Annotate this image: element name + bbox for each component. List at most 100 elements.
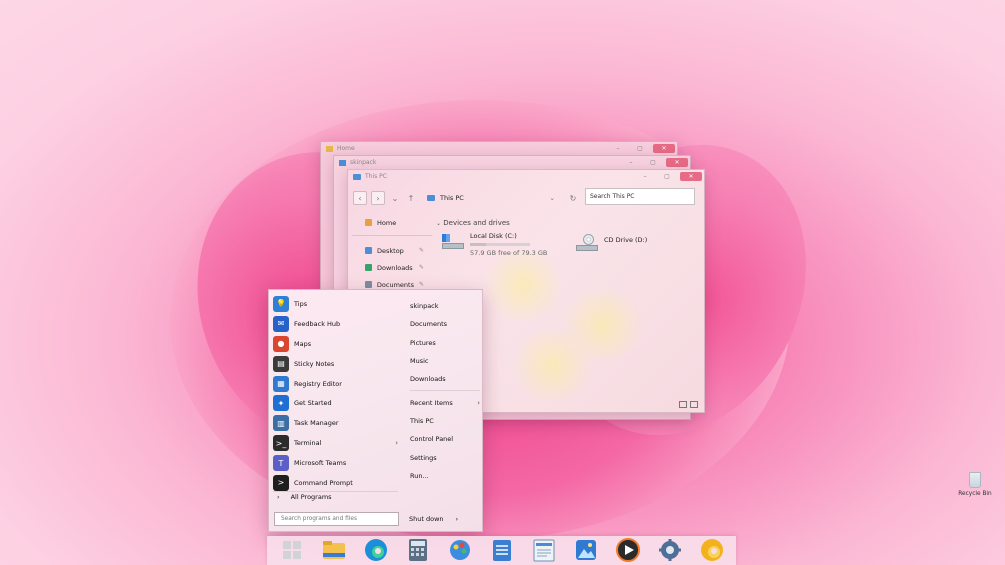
title-bar[interactable]: This PC – ▢ ✕ — [348, 170, 704, 183]
section-header[interactable]: ⌄ Devices and drives — [436, 219, 510, 227]
edge-icon — [364, 538, 388, 564]
taskbar-photos-button[interactable] — [573, 538, 599, 564]
up-arrow-icon[interactable]: ↑ — [405, 191, 417, 205]
place-label: Settings — [410, 453, 437, 462]
app-item[interactable]: ● Maps — [273, 334, 398, 354]
place-item[interactable]: Run... — [410, 467, 480, 485]
app-item[interactable]: >_ Terminal › — [273, 433, 398, 453]
place-item[interactable]: Settings — [410, 448, 480, 466]
this-pc-icon — [427, 195, 435, 201]
recycle-bin[interactable]: Recycle Bin — [957, 472, 993, 497]
downloads-icon — [365, 264, 372, 271]
all-programs-button[interactable]: › All Programs — [273, 493, 398, 501]
photos-icon — [574, 538, 598, 564]
taskbar-start-button[interactable] — [279, 538, 305, 564]
place-label: Run... — [410, 471, 429, 480]
cd-drive-icon — [576, 234, 598, 252]
sidebar-item-label: Desktop — [377, 246, 404, 255]
navigation-pane: Home Desktop ✎ Downloads ✎ Documents ✎ — [352, 214, 432, 293]
app-label: Registry Editor — [294, 379, 342, 388]
app-item[interactable]: ▤ Sticky Notes — [273, 354, 398, 374]
sidebar-item-downloads[interactable]: Downloads ✎ — [352, 259, 432, 276]
app-item[interactable]: > Command Prompt — [273, 473, 398, 493]
back-arrow-icon[interactable]: ‹ — [353, 191, 367, 205]
maximize-icon[interactable]: ▢ — [642, 156, 664, 169]
title-bar[interactable]: skinpack – ▢ ✕ — [334, 156, 690, 169]
app-item[interactable]: ▦ Registry Editor — [273, 374, 398, 394]
search-input[interactable]: Search This PC — [585, 188, 695, 205]
taskbar-file-explorer-button[interactable] — [321, 538, 347, 564]
app-label: Maps — [294, 339, 312, 348]
taskbar-calculator-button[interactable] — [405, 538, 431, 564]
close-icon[interactable]: ✕ — [653, 144, 675, 153]
large-icons-view-icon[interactable] — [690, 401, 698, 408]
app-label: Task Manager — [294, 419, 339, 428]
taskbar-paint-button[interactable] — [447, 538, 473, 564]
taskbar-media-player-button[interactable] — [615, 537, 641, 564]
home-icon — [365, 219, 372, 226]
place-label: Control Panel — [410, 435, 454, 444]
paint-icon — [448, 538, 472, 564]
navigation-bar: ‹ › ⌄ ↑ This PC ⌄ ↻ Search This PC — [348, 184, 706, 212]
app-item[interactable]: 💡 Tips — [273, 294, 398, 314]
search-programs-input[interactable]: Search programs and files — [274, 512, 399, 526]
taskbar-edge-canary-button[interactable] — [699, 538, 725, 564]
chevron-right-icon[interactable]: › — [395, 439, 398, 447]
drive-c[interactable]: Local Disk (C:) 57.9 GB free of 79.3 GB — [442, 232, 547, 257]
forward-arrow-icon[interactable]: › — [371, 191, 385, 205]
registry-editor-icon: ▦ — [273, 375, 289, 392]
sidebar-item-desktop[interactable]: Desktop ✎ — [352, 242, 432, 259]
recent-dropdown-icon[interactable]: ⌄ — [389, 191, 401, 205]
taskbar-wordpad-button[interactable] — [531, 538, 557, 564]
maximize-icon[interactable]: ▢ — [629, 142, 651, 155]
chevron-down-icon[interactable]: ⌄ — [436, 220, 441, 227]
app-label: Command Prompt — [294, 478, 353, 487]
place-label: Downloads — [410, 375, 446, 384]
place-item[interactable]: skinpack — [410, 297, 480, 315]
place-item[interactable]: Control Panel — [410, 430, 480, 448]
shutdown-button[interactable]: Shut down › — [409, 512, 479, 526]
maximize-icon[interactable]: ▢ — [656, 170, 678, 183]
chevron-right-icon[interactable]: › — [456, 515, 459, 523]
place-item[interactable]: Downloads — [410, 370, 480, 388]
window-title: skinpack — [350, 159, 377, 166]
divider — [410, 390, 480, 392]
chevron-right-icon[interactable]: › — [477, 399, 480, 407]
details-view-icon[interactable] — [679, 401, 687, 408]
minimize-icon[interactable]: – — [620, 156, 642, 169]
window-title: Home — [337, 145, 355, 152]
app-label: Get Started — [294, 399, 332, 408]
refresh-icon[interactable]: ↻ — [567, 191, 579, 205]
taskbar-notepad-button[interactable] — [489, 538, 515, 564]
minimize-icon[interactable]: – — [634, 170, 656, 183]
place-item[interactable]: Recent Items › — [410, 393, 480, 411]
place-item[interactable]: Pictures — [410, 334, 480, 352]
app-item[interactable]: ✉ Feedback Hub — [273, 314, 398, 334]
title-bar[interactable]: Home – ▢ ✕ — [321, 142, 677, 155]
place-item[interactable]: This PC — [410, 412, 480, 430]
minimize-icon[interactable]: – — [607, 142, 629, 155]
chevron-down-icon[interactable]: ⌄ — [550, 194, 555, 202]
app-item[interactable]: ✦ Get Started — [273, 393, 398, 413]
chevron-right-icon: › — [277, 493, 280, 501]
taskbar-settings-button[interactable] — [657, 538, 683, 564]
close-icon[interactable]: ✕ — [680, 172, 702, 181]
place-item[interactable]: Music — [410, 352, 480, 370]
sticky-notes-icon: ▤ — [273, 355, 289, 372]
place-item[interactable]: Documents — [410, 315, 480, 333]
app-item[interactable]: T Microsoft Teams — [273, 453, 398, 473]
place-label: Pictures — [410, 338, 436, 347]
app-label: Microsoft Teams — [294, 459, 347, 468]
get-started-icon: ✦ — [273, 395, 289, 412]
drive-d[interactable]: CD Drive (D:) — [576, 234, 647, 252]
hard-drive-icon — [442, 232, 464, 250]
taskbar-edge-button[interactable] — [363, 538, 389, 564]
close-icon[interactable]: ✕ — [666, 158, 688, 167]
place-label: Music — [410, 357, 429, 366]
sidebar-item-home[interactable]: Home — [352, 214, 432, 231]
taskbar — [267, 536, 736, 565]
desktop-icon — [365, 247, 372, 254]
address-bar[interactable]: This PC ⌄ — [427, 194, 555, 202]
app-item[interactable]: ▥ Task Manager — [273, 413, 398, 433]
terminal-icon: >_ — [273, 435, 289, 452]
